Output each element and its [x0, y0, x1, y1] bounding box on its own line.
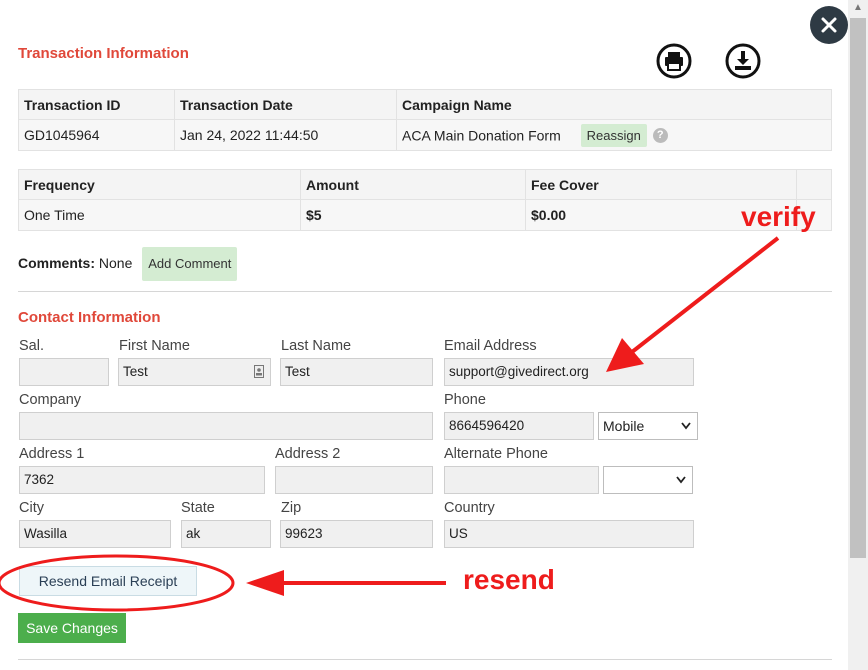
first-name-field[interactable]: Test: [118, 358, 271, 386]
transaction-table: Transaction ID Transaction Date Campaign…: [18, 89, 832, 151]
print-button[interactable]: [656, 43, 692, 79]
company-field[interactable]: [19, 412, 433, 440]
comments-label: Comments:: [18, 255, 96, 271]
address1-field[interactable]: 7362: [19, 466, 265, 494]
alt-phone-type-select[interactable]: [603, 466, 693, 494]
city-label: City: [19, 500, 44, 516]
comments-row: Comments: None Add Comment: [18, 247, 238, 281]
email-field[interactable]: support@givedirect.org: [444, 358, 694, 386]
state-field[interactable]: ak: [181, 520, 271, 548]
resend-email-receipt-button[interactable]: Resend Email Receipt: [19, 566, 197, 596]
sal-label: Sal.: [19, 338, 44, 354]
first-name-value: Test: [123, 364, 148, 379]
save-changes-button[interactable]: Save Changes: [18, 613, 126, 643]
contact-section-title: Contact Information: [18, 309, 161, 326]
address2-label: Address 2: [275, 446, 341, 462]
chevron-down-icon: [676, 476, 686, 484]
scrollbar-thumb[interactable]: [850, 18, 866, 558]
transaction-id-value: GD1045964: [18, 119, 175, 151]
zip-field[interactable]: 99623: [280, 520, 433, 548]
close-button[interactable]: [810, 6, 848, 44]
address2-field[interactable]: [275, 466, 433, 494]
col-transaction-date: Transaction Date: [174, 89, 397, 120]
country-label: Country: [444, 500, 495, 516]
col-campaign-name: Campaign Name: [396, 89, 832, 120]
resend-arrow-head: [246, 570, 284, 596]
add-comment-button[interactable]: Add Comment: [142, 247, 238, 281]
print-icon: [656, 43, 692, 79]
resend-annotation: resend: [463, 564, 555, 595]
download-button[interactable]: [725, 43, 761, 79]
alt-phone-field[interactable]: [444, 466, 599, 494]
divider-top: [18, 291, 832, 292]
download-icon: [725, 43, 761, 79]
transaction-date-value: Jan 24, 2022 11:44:50: [174, 119, 397, 151]
last-name-label: Last Name: [281, 338, 352, 354]
comments-value: None: [98, 255, 133, 271]
chevron-down-icon: [681, 422, 691, 430]
alt-phone-label: Alternate Phone: [444, 446, 548, 462]
col-transaction-id: Transaction ID: [18, 89, 175, 120]
campaign-name-value: ACA Main Donation Form: [402, 127, 561, 143]
frequency-value: One Time: [18, 199, 301, 231]
first-name-label: First Name: [119, 338, 190, 354]
country-field[interactable]: US: [444, 520, 694, 548]
reassign-button[interactable]: Reassign: [580, 123, 647, 147]
city-field[interactable]: Wasilla: [19, 520, 171, 548]
close-icon: [821, 17, 837, 33]
sal-field[interactable]: [19, 358, 109, 386]
address1-label: Address 1: [19, 446, 85, 462]
phone-label: Phone: [444, 392, 486, 408]
divider-bottom: [18, 659, 832, 660]
scroll-up-arrow[interactable]: ▲: [853, 2, 863, 13]
last-name-field[interactable]: Test: [280, 358, 433, 386]
col-empty: [796, 169, 832, 200]
transaction-section-title: Transaction Information: [18, 45, 189, 62]
col-fee-cover: Fee Cover: [525, 169, 797, 200]
company-label: Company: [19, 392, 82, 408]
contact-card-icon: [254, 365, 264, 378]
campaign-cell: ACA Main Donation Form Reassign ?: [396, 119, 832, 151]
amount-value: $5: [300, 199, 526, 231]
phone-field[interactable]: 8664596420: [444, 412, 594, 440]
scrollbar[interactable]: ▲: [848, 0, 868, 670]
phone-type-select[interactable]: Mobile: [598, 412, 698, 440]
verify-arrow-shaft: [630, 236, 780, 354]
amount-table: Frequency Amount Fee Cover One Time $5 $…: [18, 169, 832, 231]
phone-type-value: Mobile: [603, 418, 645, 434]
col-amount: Amount: [300, 169, 526, 200]
help-icon[interactable]: ?: [652, 127, 668, 143]
state-label: State: [181, 500, 215, 516]
col-frequency: Frequency: [18, 169, 301, 200]
zip-label: Zip: [281, 500, 302, 516]
email-label: Email Address: [444, 338, 537, 354]
verify-annotation: verify: [741, 201, 816, 232]
